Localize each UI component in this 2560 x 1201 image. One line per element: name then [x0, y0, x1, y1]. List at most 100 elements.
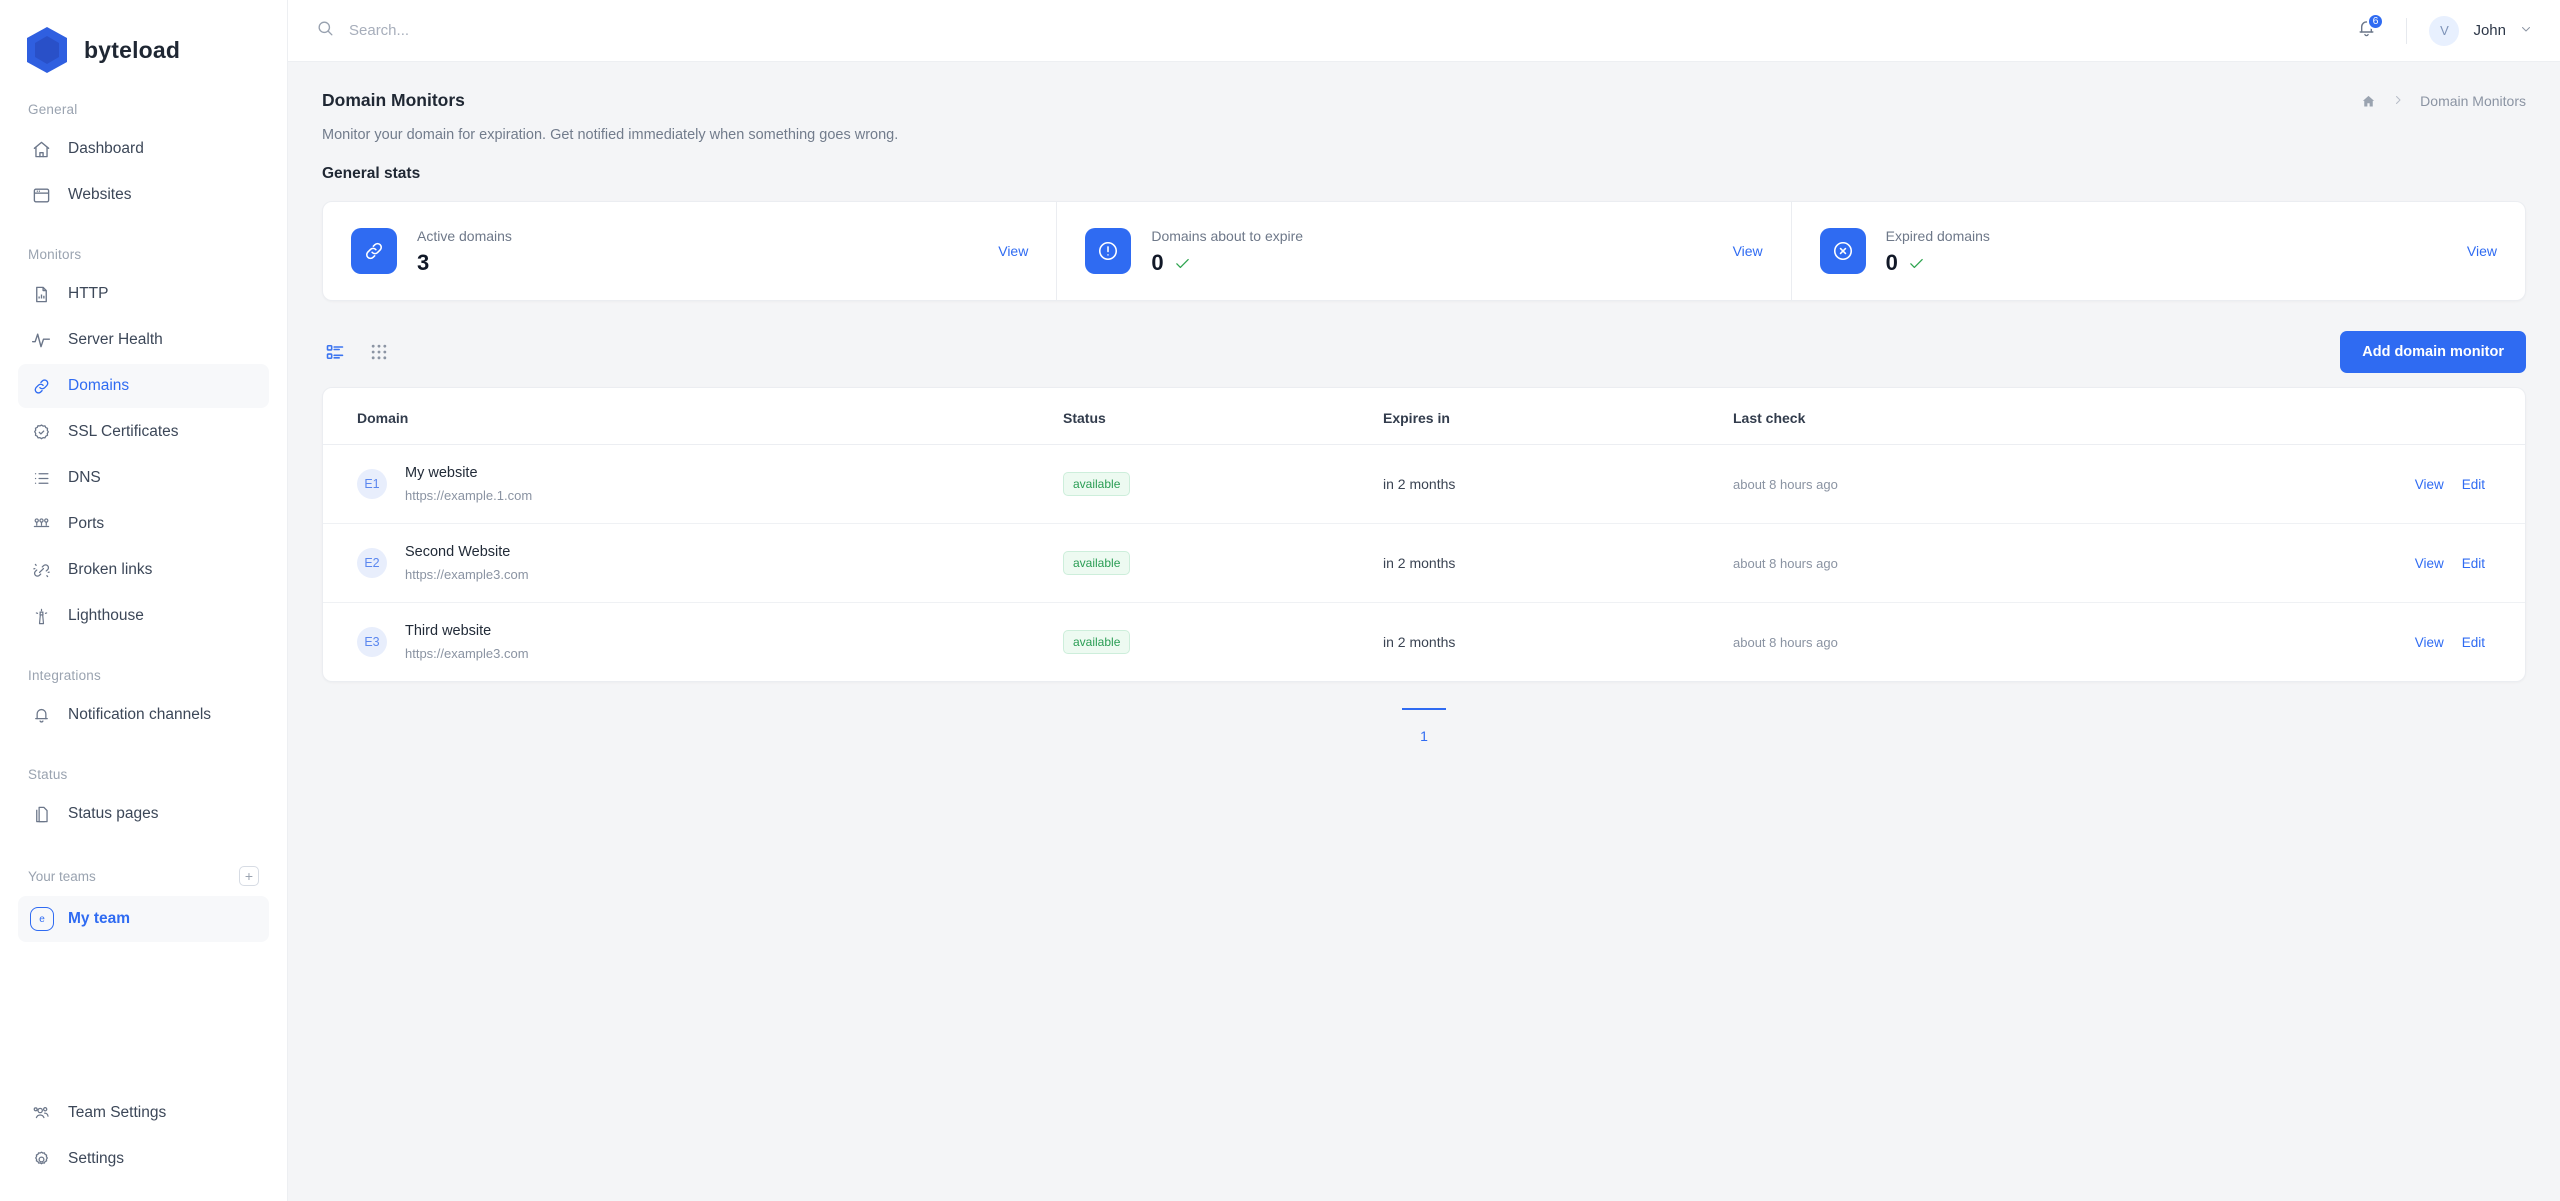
sidebar-item-broken-links[interactable]: Broken links	[18, 548, 269, 592]
notifications-button[interactable]: 6	[2348, 12, 2385, 49]
sidebar-team-my-team[interactable]: e My team	[18, 896, 269, 942]
sidebar-item-dashboard[interactable]: Dashboard	[18, 127, 269, 171]
team-avatar: e	[30, 907, 54, 931]
cell-status: available	[1063, 603, 1383, 682]
sidebar-item-domains[interactable]: Domains	[18, 364, 269, 408]
pagination-page-1[interactable]: 1	[1402, 708, 1446, 744]
domain-texts: Third website https://example3.com	[405, 623, 529, 661]
sidebar-item-server-health[interactable]: Server Health	[18, 318, 269, 362]
row-edit-link[interactable]: Edit	[2462, 477, 2485, 492]
stat-value: 0	[1885, 250, 1898, 275]
domain-url: https://example.1.com	[405, 488, 533, 503]
search-bar[interactable]	[316, 19, 769, 43]
domain-cell: E1 My website https://example.1.com	[323, 465, 1063, 503]
byteload-logo-icon	[24, 25, 70, 75]
user-name: John	[2473, 22, 2506, 39]
users-icon	[30, 1102, 52, 1124]
domain-name: Third website	[405, 623, 492, 639]
row-edit-link[interactable]: Edit	[2462, 556, 2485, 571]
sidebar-item-ports[interactable]: Ports	[18, 502, 269, 546]
row-edit-link[interactable]: Edit	[2462, 635, 2485, 650]
sidebar-item-team-settings[interactable]: Team Settings	[18, 1091, 269, 1135]
cell-last-check: about 8 hours ago	[1733, 444, 2353, 524]
row-view-link[interactable]: View	[2415, 556, 2444, 571]
cell-expires-in: in 2 months	[1383, 444, 1733, 524]
team-label: My team	[68, 910, 131, 927]
user-menu[interactable]: V John	[2429, 15, 2532, 46]
table-row[interactable]: E3 Third website https://example3.com av…	[323, 603, 2525, 682]
sidebar-item-settings[interactable]: Settings	[18, 1137, 269, 1181]
stat-view-link[interactable]: View	[2467, 243, 2497, 259]
home-icon[interactable]	[2361, 94, 2376, 109]
nav-group-label-status: Status	[28, 767, 68, 782]
pages-icon	[30, 803, 52, 825]
cell-expires-in: in 2 months	[1383, 634, 1456, 650]
sidebar-item-lighthouse[interactable]: Lighthouse	[18, 594, 269, 638]
row-actions: View Edit	[2353, 635, 2485, 650]
brand[interactable]: byteload	[0, 0, 287, 78]
column-header-status: Status	[1063, 388, 1383, 445]
page-content: Domain Monitors Monitor your domain for …	[288, 62, 2560, 1201]
domain-url: https://example3.com	[405, 646, 529, 661]
sidebar-item-dns[interactable]: DNS	[18, 456, 269, 500]
notification-badge: 6	[2366, 12, 2385, 30]
page-title: Domain Monitors	[322, 90, 465, 110]
teams-header: Your teams +	[18, 852, 269, 896]
home-icon	[30, 138, 52, 160]
cell-domain: E3 Third website https://example3.com	[323, 603, 1063, 682]
table-row[interactable]: E1 My website https://example.1.com avai…	[323, 444, 2525, 524]
sidebar-item-label: Settings	[68, 1150, 125, 1167]
cell-last-check: about 8 hours ago	[1733, 634, 1838, 650]
stat-view-link[interactable]: View	[998, 243, 1028, 259]
status-badge: available	[1063, 630, 1131, 654]
document-chart-icon	[30, 283, 52, 305]
avatar: E2	[357, 548, 387, 578]
sidebar-item-ssl-certificates[interactable]: SSL Certificates	[18, 410, 269, 454]
sidebar-item-websites[interactable]: Websites	[18, 173, 269, 217]
stats-section-title: General stats	[322, 165, 421, 182]
check-icon	[1908, 255, 1925, 272]
gear-icon	[30, 1148, 52, 1170]
sidebar-item-label: HTTP	[68, 285, 109, 302]
sidebar-item-label: Dashboard	[68, 140, 144, 157]
list-view-icon[interactable]	[322, 339, 348, 365]
page-header: Domain Monitors Monitor your domain for …	[288, 62, 2560, 165]
stat-value-row: 3	[417, 252, 998, 274]
cell-actions: View Edit	[2353, 603, 2525, 682]
sidebar-item-http[interactable]: HTTP	[18, 272, 269, 316]
stats-section: General stats Active domains 3 View Doma…	[288, 165, 2560, 744]
stat-card-active-domains: Active domains 3 View	[323, 202, 1056, 300]
alert-circle-icon	[1085, 228, 1132, 274]
row-view-link[interactable]: View	[2415, 635, 2444, 650]
stat-texts: Active domains 3	[417, 228, 998, 274]
sidebar-item-status-pages[interactable]: Status pages	[18, 792, 269, 836]
table-row[interactable]: E2 Second Website https://example3.com a…	[323, 523, 2525, 603]
add-domain-monitor-button[interactable]: Add domain monitor	[2340, 331, 2526, 373]
sidebar-item-label: DNS	[68, 469, 101, 486]
topbar: 6 V John	[288, 0, 2560, 62]
search-input[interactable]	[349, 22, 769, 39]
domain-name: Second Website	[405, 544, 511, 560]
stat-value-row: 0	[1151, 252, 1732, 274]
row-view-link[interactable]: View	[2415, 477, 2444, 492]
grid-view-icon[interactable]	[366, 339, 392, 365]
cell-actions: View Edit	[2353, 444, 2525, 524]
add-team-button[interactable]: +	[239, 866, 259, 886]
broken-link-icon	[30, 559, 52, 581]
table-head: Domain Status Expires in Last check	[323, 388, 2525, 445]
stat-label: Active domains	[417, 228, 512, 244]
avatar: V	[2429, 15, 2460, 46]
stat-texts: Domains about to expire 0	[1151, 228, 1732, 274]
stat-view-link[interactable]: View	[1733, 243, 1763, 259]
cell-status: available	[1063, 444, 1383, 524]
stat-value-row: 0	[1886, 252, 2467, 274]
domains-table-card: Domain Status Expires in Last check E1 M…	[322, 387, 2526, 682]
sidebar-item-label: Team Settings	[68, 1104, 167, 1121]
list-icon	[30, 467, 52, 489]
stat-value: 3	[417, 250, 430, 275]
sidebar-item-notification-channels[interactable]: Notification channels	[18, 693, 269, 737]
link-icon	[30, 375, 52, 397]
